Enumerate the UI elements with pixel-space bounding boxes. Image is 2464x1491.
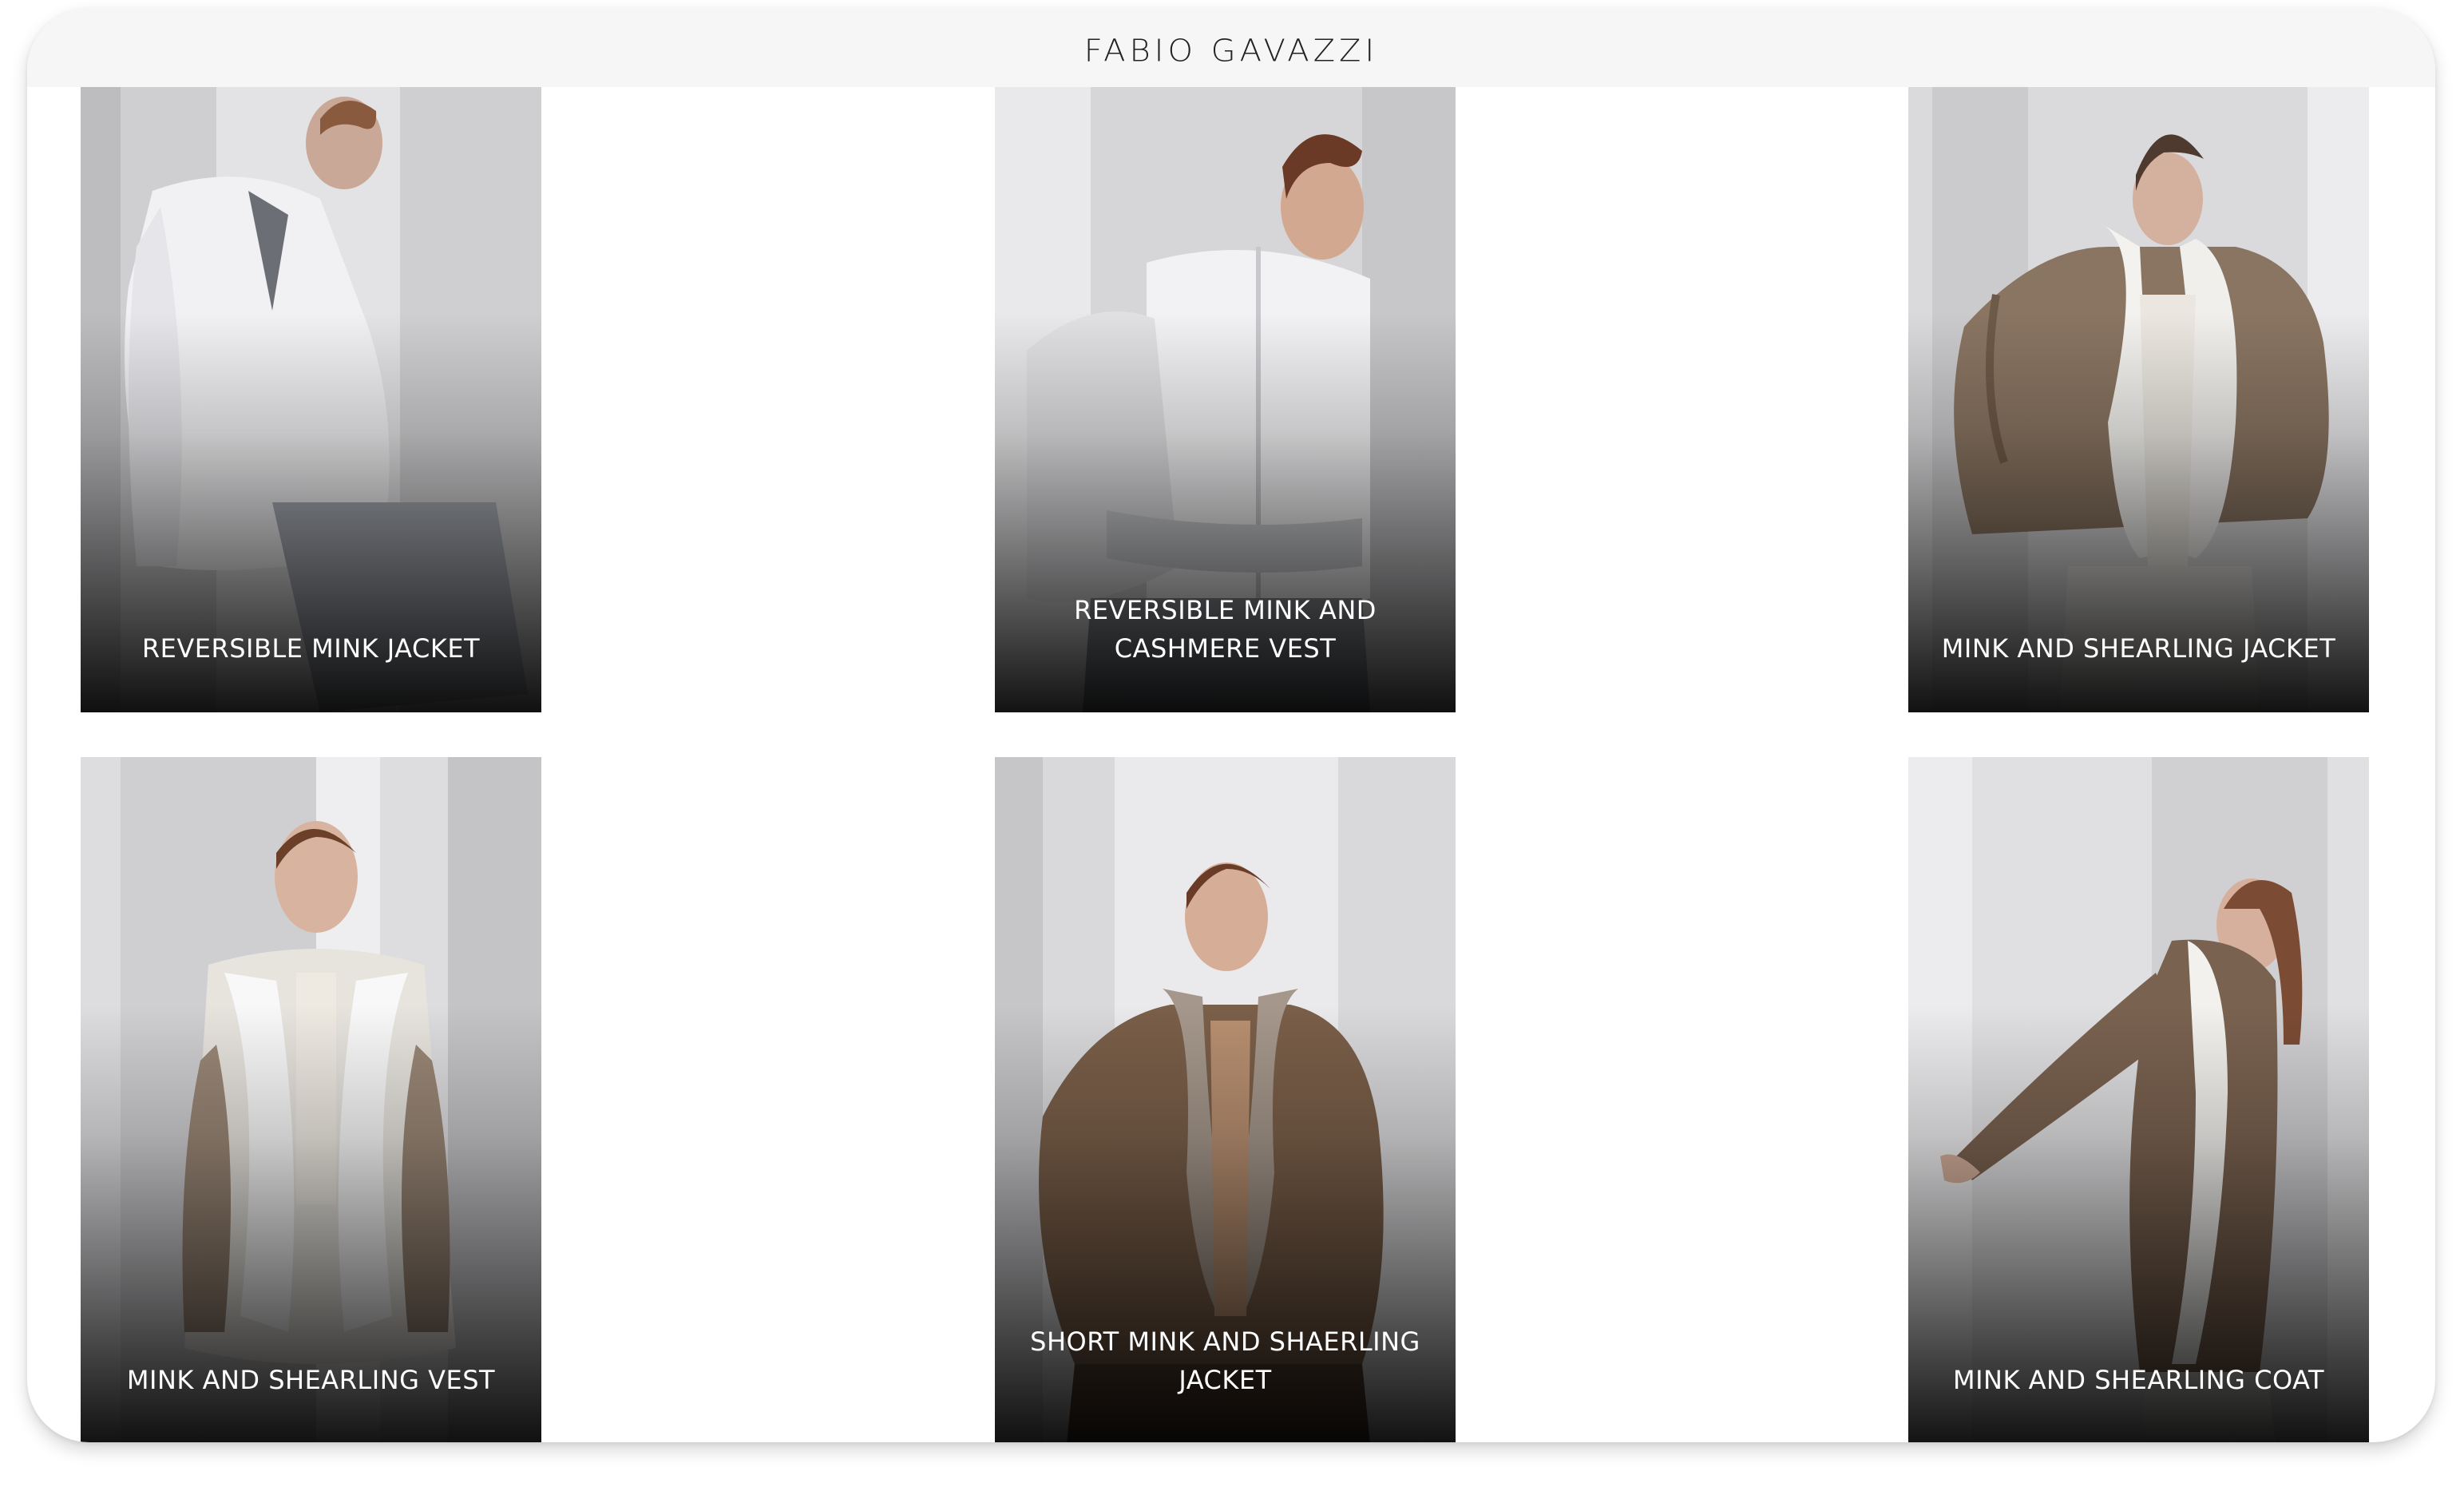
product-card-mink-shearling-coat[interactable]: MINK AND SHEARLING COAT [1908,757,2369,1442]
product-title: REVERSIBLE MINK AND CASHMERE VEST [1074,595,1377,664]
product-card-short-mink-shaerling-jacket[interactable]: SHORT MINK AND SHAERLING JACKET [995,757,1456,1442]
product-title: REVERSIBLE MINK JACKET [141,633,481,664]
product-card-reversible-mink-cashmere-vest[interactable]: REVERSIBLE MINK AND CASHMERE VEST [995,87,1456,712]
product-title: SHORT MINK AND SHAERLING JACKET [1030,1326,1420,1395]
site-header: FABIO GAVAZZI [27,8,2435,87]
product-title: MINK AND SHEARLING JACKET [1941,633,2336,664]
product-card-mink-shearling-jacket[interactable]: MINK AND SHEARLING JACKET [1908,87,2369,712]
product-card-reversible-mink-jacket[interactable]: REVERSIBLE MINK JACKET [81,87,541,712]
browser-frame: FABIO GAVAZZI REVERSIBLE MINK JACKET REV… [27,8,2435,1442]
brand-logo[interactable]: FABIO GAVAZZI [1084,34,1378,69]
product-title: MINK AND SHEARLING COAT [1952,1365,2325,1395]
product-card-mink-shearling-vest[interactable]: MINK AND SHEARLING VEST [81,757,541,1442]
product-title: MINK AND SHEARLING VEST [126,1365,496,1395]
